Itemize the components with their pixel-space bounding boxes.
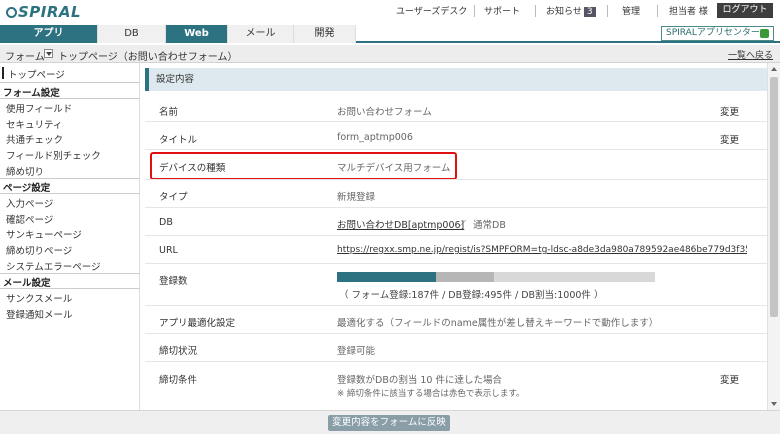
row-label-optimize: アプリ最適化設定 [159,318,236,329]
divider [607,5,608,17]
row-label-url: URL [159,245,178,256]
logout-button[interactable]: ログアウト [717,3,773,18]
change-condition-link[interactable]: 変更 [720,372,739,386]
registration-summary: （ フォーム登録:187件 / DB登録:495件 / DB割当:1000件 ） [339,290,604,301]
app-window: SPIRAL ユーザーズデスク サポート お知らせ 3 管理 担当者 様 ログアウ… [0,0,780,434]
row-label-count: 登録数 [159,276,188,287]
scroll-thumb[interactable] [770,77,778,317]
divider [145,305,767,306]
sidebar-item-thanks-mail[interactable]: サンクスメール [6,291,72,305]
scroll-down-icon[interactable] [771,402,777,406]
notice-count-badge: 3 [583,7,596,17]
divider [535,5,536,17]
row-value-device: マルチデバイス用フォーム [337,163,451,174]
change-title-link[interactable]: 変更 [720,132,739,146]
divider [0,82,140,83]
tab-mail[interactable]: メール [228,25,294,43]
tab-app[interactable]: アプリ [0,25,98,43]
top-bar: SPIRAL ユーザーズデスク サポート お知らせ 3 管理 担当者 様 ログアウ… [0,0,780,25]
app-center-button[interactable]: SPIRALアプリセンター [661,26,774,41]
sidebar-item-fields[interactable]: 使用フィールド [6,101,72,115]
breadcrumb-page: トップページ（お問い合わせフォーム） [58,52,238,63]
sidebar-item-security[interactable]: セキュリティ [6,117,62,131]
form-registration-fill [337,272,436,282]
tab-dev[interactable]: 開発 [294,25,356,43]
sidebar-item-field-check[interactable]: フィールド別チェック [6,148,101,162]
divider [145,361,767,362]
tab-web[interactable]: Web [166,25,228,43]
sidebar-group-page: ページ設定 [3,183,51,194]
breadcrumb: フォーム トップページ（お問い合わせフォーム） 一覧へ戻る [0,45,780,63]
section-title: 設定内容 [145,68,767,91]
row-value-type: 新規登録 [337,192,376,203]
sidebar-item-confirm-page[interactable]: 確認ページ [6,212,53,226]
row-value-status: 登録可能 [337,346,376,357]
sidebar-item-deadline-page[interactable]: 締め切りページ [6,243,72,257]
row-label-db: DB [159,217,173,228]
user-name: 担当者 様 [669,7,708,17]
sidebar-item-error-page[interactable]: システムエラーページ [6,259,101,273]
spiral-logo[interactable]: SPIRAL [6,3,81,21]
row-label-condition: 締切条件 [159,375,198,386]
row-label-device: デバイスの種類 [159,163,226,174]
footer-bar: 変更内容をフォームに反映 [0,410,780,434]
condition-note: ※ 締切条件に該当する場合は赤色で表示します。 [337,389,525,399]
row-label-name: 名前 [159,107,179,118]
sidebar-item-thanks-page[interactable]: サンキューページ [6,227,82,241]
divider [0,98,140,99]
row-value-title: form_aptmp006 [337,132,413,143]
row-label-status: 締切状況 [159,346,198,357]
support-link[interactable]: サポート [484,4,520,17]
sidebar-item-input-page[interactable]: 入力ページ [6,196,53,210]
divider [474,5,475,17]
registration-progress-bar [337,272,655,282]
divider [0,193,140,194]
row-value-condition: 登録数がDBの割当 10 件に達した場合 [337,375,502,386]
spiral-mark-icon [6,7,17,18]
back-to-list-link[interactable]: 一覧へ戻る [728,48,773,61]
app-center-icon [760,29,769,38]
divider [0,178,140,179]
chevron-down-icon[interactable] [44,49,53,58]
breadcrumb-form[interactable]: フォーム [5,48,45,63]
db-link[interactable]: お問い合わせDB[aptmp006] [337,217,464,231]
form-url-link[interactable]: https://regxx.smp.ne.jp/regist/is?SMPFOR… [337,245,747,255]
divider [145,235,767,236]
db-registration-fill [435,272,495,282]
sidebar-item-notify-mail[interactable]: 登録通知メール [6,307,73,321]
row-label-type: タイプ [159,192,188,203]
scrollbar[interactable] [767,63,780,410]
sidebar-item-common-check[interactable]: 共通チェック [6,132,63,146]
divider [145,207,767,208]
divider [145,333,767,334]
main-content: 設定内容 名前 お問い合わせフォーム 変更 タイトル form_aptmp006… [145,63,767,410]
active-indicator [2,67,4,79]
users-desk-link[interactable]: ユーザーズデスク [396,4,467,17]
row-label-title: タイトル [159,135,198,146]
row-value-optimize: 最適化する（フィールドのname属性が差し替えキーワードで動作します） [337,318,659,329]
divider [145,179,767,180]
divider [0,288,140,289]
notice-label: お知らせ [546,7,582,17]
notice-link[interactable]: お知らせ 3 [546,4,596,17]
change-name-link[interactable]: 変更 [720,104,739,118]
sidebar-group-mail: メール設定 [3,278,51,289]
row-value-name: お問い合わせフォーム [337,107,432,118]
sidebar-item-deadline[interactable]: 締め切り [6,164,44,178]
divider [657,5,658,17]
db-type: 通常DB [473,220,506,231]
tab-db[interactable]: DB [98,25,166,43]
apply-to-form-button[interactable]: 変更内容をフォームに反映 [328,415,450,431]
sidebar-item-top[interactable]: トップページ [8,67,65,81]
divider [145,263,767,264]
divider [0,273,140,274]
divider [145,149,767,150]
sidebar-group-form: フォーム設定 [3,88,60,99]
db-separator: ／ [457,220,467,231]
scroll-up-icon[interactable] [771,67,777,71]
admin-link[interactable]: 管理 [622,4,640,17]
divider [145,121,767,122]
sidebar: トップページ フォーム設定 使用フィールド セキュリティ 共通チェック フィール… [0,63,140,410]
